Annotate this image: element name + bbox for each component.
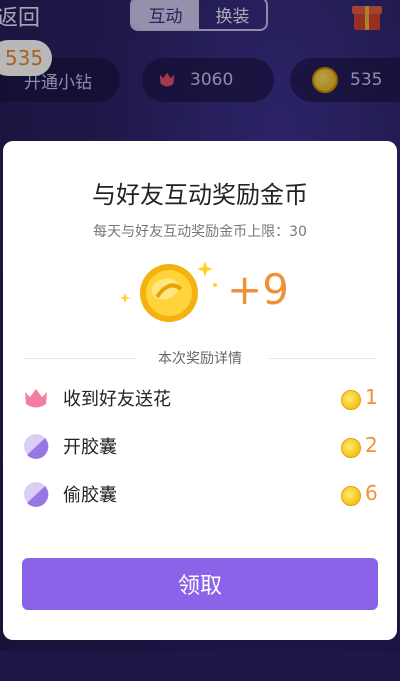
capsule-icon	[24, 482, 49, 507]
row-label: 偷胶囊	[63, 485, 117, 506]
rose-icon	[25, 389, 47, 408]
divider-right	[269, 358, 377, 359]
dialog-subtitle: 每天与好友互动奖励金币上限：30	[93, 224, 307, 240]
list-item: 偷胶囊 6	[3, 475, 397, 523]
reward-amount: +9	[227, 265, 289, 314]
list-item: 开胶囊 2	[3, 427, 397, 475]
coin-icon	[341, 486, 361, 506]
row-label: 开胶囊	[63, 437, 117, 458]
list-item: 收到好友送花 1	[3, 379, 397, 427]
coin-icon	[341, 390, 361, 410]
row-label: 收到好友送花	[63, 389, 171, 410]
row-value: 1	[365, 385, 378, 409]
reward-list: 收到好友送花 1 开胶囊 2 偷胶囊 6	[3, 379, 397, 523]
dialog-title: 与好友互动奖励金币	[92, 181, 308, 209]
reward-dialog: 与好友互动奖励金币 每天与好友互动奖励金币上限：30 +9 本次奖励详情 收到好…	[3, 141, 397, 640]
claim-button[interactable]: 领取	[22, 558, 378, 610]
row-value: 2	[365, 433, 378, 457]
gold-coin-icon	[121, 261, 217, 322]
capsule-icon	[24, 434, 49, 459]
bottom-bar	[0, 651, 400, 681]
coin-icon	[341, 438, 361, 458]
row-value: 6	[365, 481, 378, 505]
